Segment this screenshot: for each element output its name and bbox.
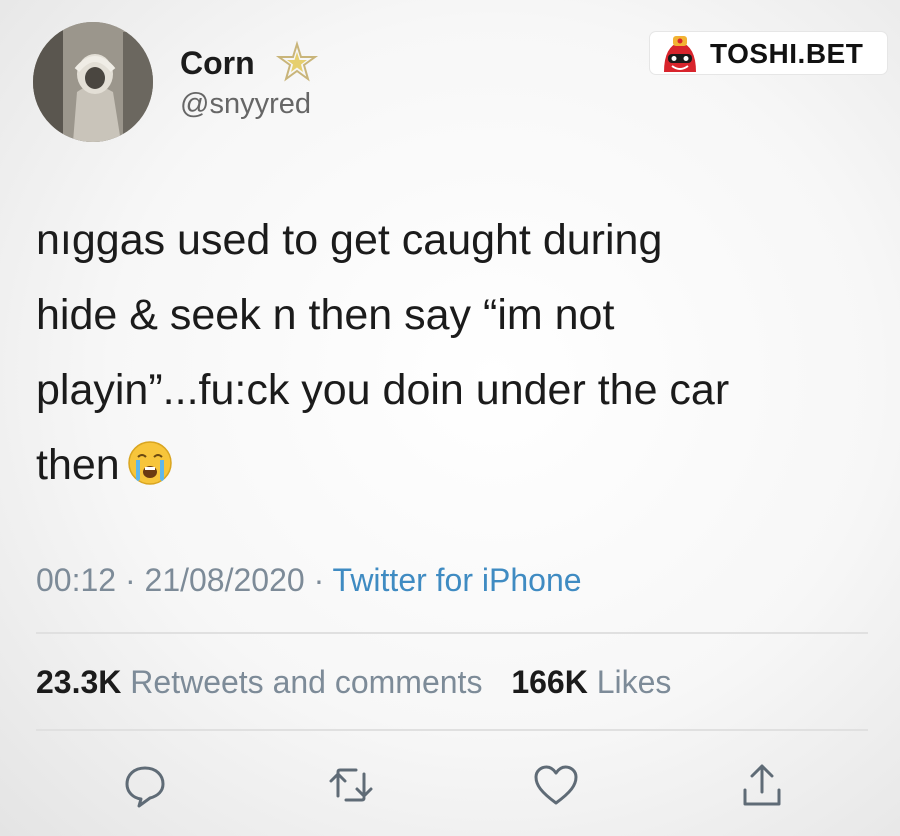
tweet-time: 00:12 <box>36 562 117 598</box>
avatar-photo <box>33 22 153 142</box>
display-name[interactable]: Corn <box>180 45 255 82</box>
sparkle-badge-icon <box>275 40 319 82</box>
heart-icon <box>534 765 578 805</box>
tweet-line: then <box>36 441 120 489</box>
crying-face-emoji-icon <box>127 441 172 485</box>
meta-separator: · <box>124 562 136 598</box>
author-handle[interactable]: @snyyred <box>180 88 311 121</box>
tweet-text: nıggas used to get caught during hide & … <box>36 203 856 503</box>
likes-count[interactable]: 166K <box>511 664 588 700</box>
retweet-icon <box>329 768 373 802</box>
mascot-logo-icon <box>664 36 696 72</box>
tweet-card: Corn @snyyred TOSHI.BET nıggas used to g… <box>0 0 900 836</box>
reply-button[interactable] <box>120 760 170 810</box>
reply-icon <box>125 766 165 808</box>
tweet-source-link[interactable]: Twitter for iPhone <box>333 562 582 598</box>
share-icon <box>743 764 781 806</box>
divider <box>36 729 868 731</box>
tweet-line: nıggas used to get caught during <box>36 216 663 264</box>
watermark-badge: TOSHI.BET <box>650 32 887 74</box>
like-button[interactable] <box>531 760 581 810</box>
tweet-stats: 23.3K Retweets and comments 166K Likes <box>36 664 671 701</box>
tweet-date: 21/08/2020 <box>144 562 305 598</box>
retweet-button[interactable] <box>326 760 376 810</box>
share-button[interactable] <box>737 760 787 810</box>
watermark-text: TOSHI.BET <box>710 38 864 69</box>
tweet-metadata: 00:12 · 21/08/2020 · Twitter for iPhone <box>36 562 582 599</box>
meta-separator: · <box>313 562 325 598</box>
avatar[interactable] <box>33 22 153 142</box>
likes-label[interactable]: Likes <box>597 664 672 700</box>
retweets-label[interactable]: Retweets and comments <box>130 664 482 700</box>
tweet-line-last: then <box>36 428 856 503</box>
divider <box>36 632 868 634</box>
tweet-line: hide & seek n then say “im not <box>36 291 615 339</box>
tweet-line: playin”...fu:ck you doin under the car <box>36 366 730 414</box>
retweets-count[interactable]: 23.3K <box>36 664 121 700</box>
